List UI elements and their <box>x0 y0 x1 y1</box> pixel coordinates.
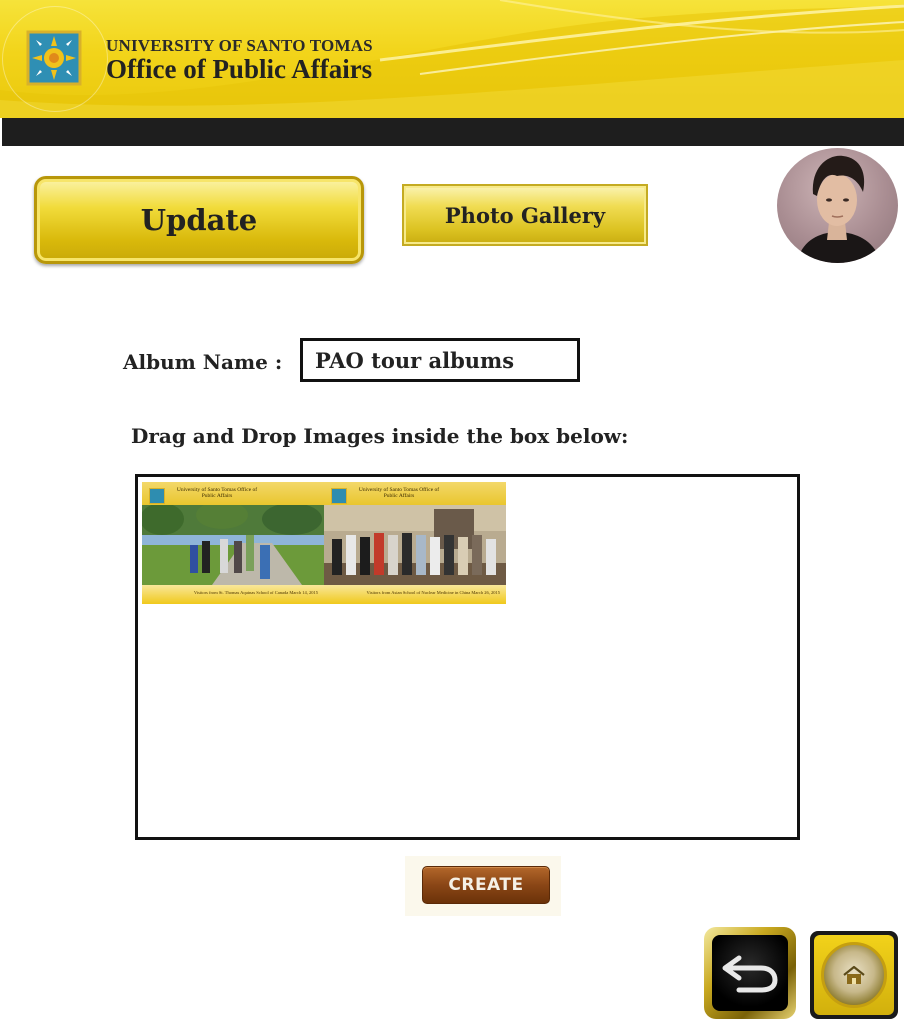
thumbnail-photo <box>142 505 324 585</box>
back-button[interactable] <box>704 927 796 1019</box>
thumbnail-logo-icon <box>149 488 165 504</box>
album-name-label: Album Name : <box>123 350 283 374</box>
menu-bar <box>2 118 904 146</box>
thumbnail-photo <box>324 505 506 585</box>
user-photo-icon <box>797 155 881 263</box>
photo-gallery-button[interactable]: Photo Gallery <box>402 184 648 246</box>
thumbnail-header-text: University of Santo Tomas Office of Publ… <box>358 487 440 499</box>
back-arrow-icon <box>722 955 778 993</box>
uploaded-image-thumbnail[interactable]: University of Santo Tomas Office of Publ… <box>324 482 506 604</box>
office-name: Office of Public Affairs <box>106 54 373 84</box>
image-drop-zone[interactable]: University of Santo Tomas Office of Publ… <box>135 474 800 840</box>
back-button-face <box>712 935 788 1011</box>
university-name: UNIVERSITY OF SANTO TOMAS <box>106 36 373 55</box>
thumbnail-caption: Visitors from St. Thomas Aquinas School … <box>142 585 324 604</box>
update-button[interactable]: Update <box>34 176 364 264</box>
thumbnail-caption: Visitors from Asian School of Nuclear Me… <box>324 585 506 604</box>
home-button-ring <box>814 935 894 1015</box>
university-logo-icon <box>26 30 82 86</box>
home-button[interactable] <box>810 931 898 1019</box>
create-button-area: CREATE <box>405 856 561 916</box>
thumbnail-logo-icon <box>331 488 347 504</box>
uploaded-image-thumbnail[interactable]: University of Santo Tomas Office of Publ… <box>142 482 324 604</box>
drag-drop-instruction: Drag and Drop Images inside the box belo… <box>131 424 629 448</box>
home-button-disc <box>821 942 887 1008</box>
avatar[interactable] <box>777 148 898 263</box>
create-button[interactable]: CREATE <box>422 866 550 904</box>
home-icon <box>843 965 865 984</box>
album-name-input[interactable] <box>300 338 580 382</box>
header-banner: UNIVERSITY OF SANTO TOMAS Office of Publ… <box>0 0 904 118</box>
thumbnail-header-text: University of Santo Tomas Office of Publ… <box>176 487 258 499</box>
